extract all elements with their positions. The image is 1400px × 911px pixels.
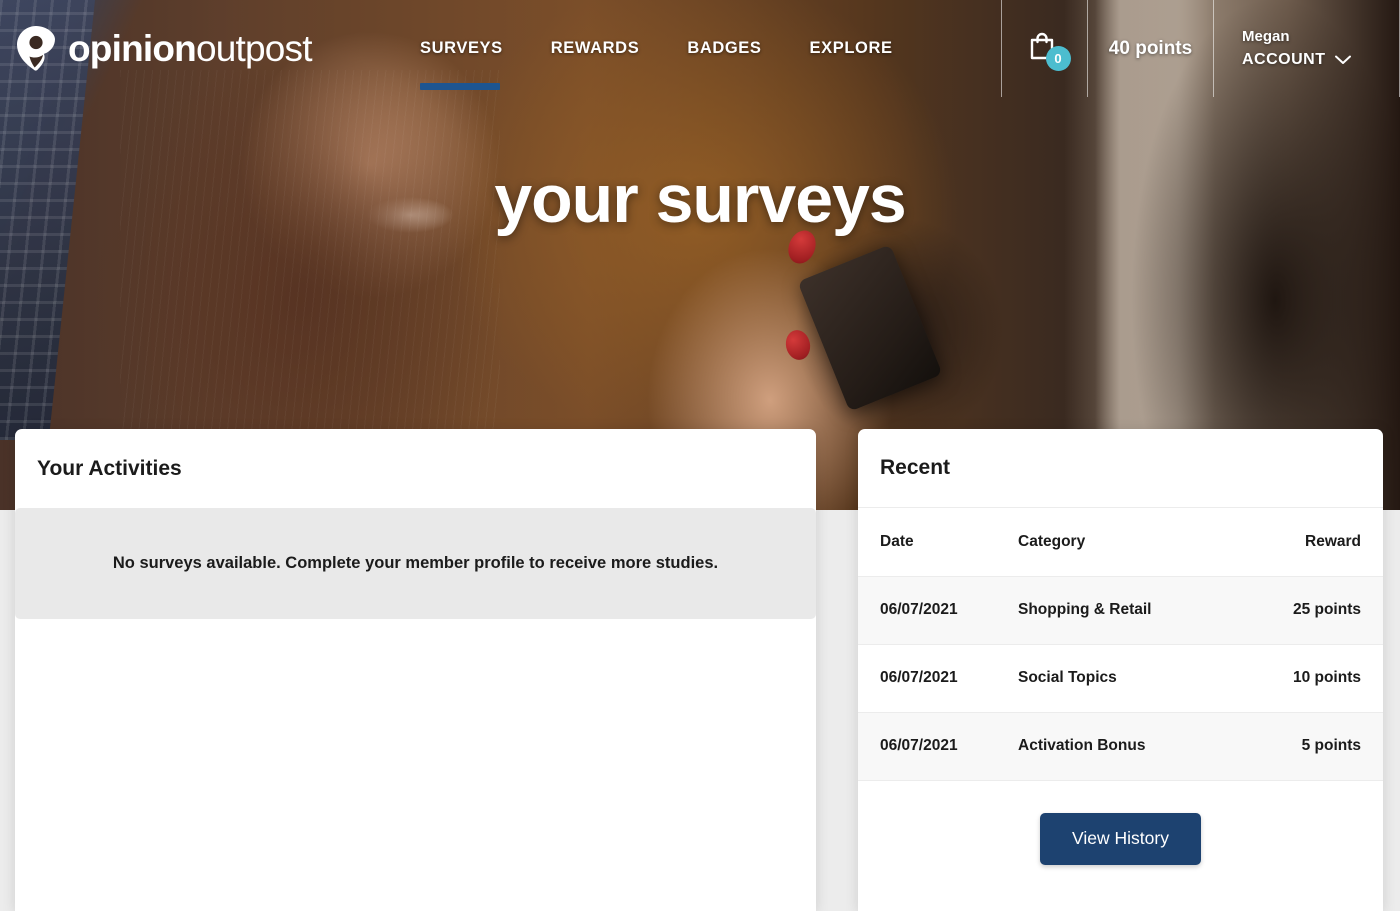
account-menu-label: ACCOUNT bbox=[1242, 51, 1326, 68]
activities-title: Your Activities bbox=[37, 456, 182, 480]
cell-reward: 25 points bbox=[1292, 601, 1361, 618]
cell-date: 06/07/2021 bbox=[880, 737, 958, 754]
cell-reward: 10 points bbox=[1292, 669, 1361, 686]
page-root: opinionoutpost SURVEYS REWARDS BADGES EX… bbox=[0, 0, 1400, 911]
cell-category: Activation Bonus bbox=[1018, 737, 1146, 754]
column-header-category: Category bbox=[1018, 508, 1243, 577]
nav-label-explore: EXPLORE bbox=[809, 39, 893, 57]
page-title: your surveys bbox=[494, 161, 906, 237]
points-balance-label: 40 points bbox=[1108, 37, 1193, 59]
recent-title: Recent bbox=[880, 456, 951, 479]
cell-category: Social Topics bbox=[1018, 669, 1117, 686]
recent-table-head: Date Category Reward bbox=[858, 508, 1383, 577]
table-row[interactable]: 06/07/2021 Social Topics 10 points bbox=[858, 644, 1383, 712]
points-balance[interactable]: 40 points bbox=[1088, 0, 1213, 97]
activities-card: Your Activities No surveys available. Co… bbox=[15, 429, 816, 911]
cart-button[interactable]: 0 bbox=[1002, 0, 1087, 97]
activities-card-header: Your Activities bbox=[15, 429, 816, 508]
recent-card-header: Recent bbox=[858, 429, 1383, 508]
cell-reward: 5 points bbox=[1301, 737, 1361, 754]
activities-empty-state: No surveys available. Complete your memb… bbox=[15, 508, 816, 619]
account-user-name: Megan bbox=[1242, 28, 1290, 45]
recent-card-actions: View History bbox=[858, 781, 1383, 865]
nav-item-rewards[interactable]: REWARDS bbox=[551, 0, 640, 97]
activities-empty-message: No surveys available. Complete your memb… bbox=[112, 554, 719, 572]
column-header-reward: Reward bbox=[1243, 508, 1383, 577]
table-row[interactable]: 06/07/2021 Shopping & Retail 25 points bbox=[858, 576, 1383, 644]
nav-item-badges[interactable]: BADGES bbox=[687, 0, 761, 97]
recent-activity-table: Date Category Reward 06/07/2021 Shopping… bbox=[858, 508, 1383, 781]
nav-label-rewards: REWARDS bbox=[550, 39, 640, 57]
site-header: opinionoutpost SURVEYS REWARDS BADGES EX… bbox=[0, 0, 1400, 97]
recent-card: Recent Date Category Reward 06/07/2021 S… bbox=[858, 429, 1383, 911]
main-navigation: SURVEYS REWARDS BADGES EXPLORE bbox=[420, 0, 1001, 97]
chevron-down-icon bbox=[1334, 55, 1351, 64]
recent-table-body: 06/07/2021 Shopping & Retail 25 points 0… bbox=[858, 576, 1383, 780]
nav-item-surveys[interactable]: SURVEYS bbox=[420, 0, 503, 97]
logo-text-bold: opinion bbox=[68, 28, 197, 69]
logo-text-light: outpost bbox=[195, 28, 313, 69]
cart-count-badge: 0 bbox=[1045, 45, 1071, 71]
table-header-row: Date Category Reward bbox=[858, 508, 1383, 577]
opinion-pin-icon bbox=[17, 25, 55, 71]
account-menu[interactable]: Megan ACCOUNT bbox=[1214, 0, 1399, 97]
nav-item-explore[interactable]: EXPLORE bbox=[810, 0, 893, 97]
cell-date: 06/07/2021 bbox=[880, 669, 958, 686]
cell-date: 06/07/2021 bbox=[880, 601, 958, 618]
logo[interactable]: opinionoutpost bbox=[0, 25, 420, 73]
column-header-date: Date bbox=[858, 508, 1018, 577]
table-row[interactable]: 06/07/2021 Activation Bonus 5 points bbox=[858, 712, 1383, 780]
nav-label-badges: BADGES bbox=[687, 39, 762, 57]
nav-label-surveys: SURVEYS bbox=[420, 39, 503, 57]
cell-category: Shopping & Retail bbox=[1018, 601, 1152, 618]
view-history-button[interactable]: View History bbox=[1040, 812, 1201, 865]
logo-wordmark: opinionoutpost bbox=[68, 28, 313, 69]
